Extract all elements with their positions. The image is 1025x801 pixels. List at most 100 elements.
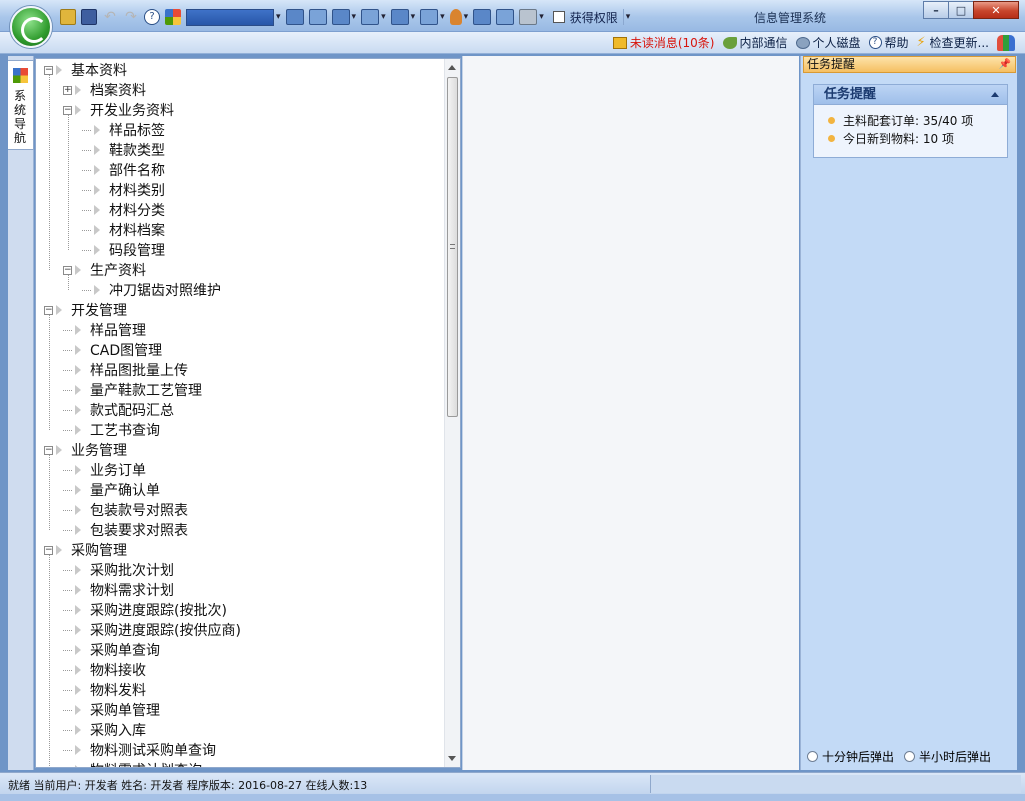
tree-item[interactable]: 鞋款类型 — [82, 140, 165, 160]
collapse-node-icon[interactable]: − — [44, 545, 53, 555]
tree-item[interactable]: − 开发业务资料 — [63, 100, 174, 120]
permission-label[interactable]: 获得权限 — [570, 9, 618, 26]
scroll-down-icon[interactable] — [448, 756, 456, 761]
tree-scrollbar[interactable] — [444, 59, 460, 767]
tools-dropdown-icon[interactable]: ▾ — [440, 12, 445, 22]
tree-item[interactable]: − 开发管理 — [44, 300, 127, 320]
tree-item[interactable]: 采购进度跟踪(按批次) — [63, 600, 227, 620]
tree-item[interactable]: 物料发料 — [63, 680, 146, 700]
check-update-link[interactable]: ⚡ 检查更新... — [917, 34, 989, 51]
window-icon[interactable] — [496, 9, 515, 25]
collapse-node-icon[interactable]: − — [44, 305, 53, 315]
tab-system-navigation[interactable]: 系统导航 — [8, 60, 34, 150]
tree-item[interactable]: 物料接收 — [63, 660, 146, 680]
lock-icon[interactable] — [60, 9, 76, 25]
tree-item[interactable]: 物料需求计划 — [63, 580, 174, 600]
expand-node-icon[interactable]: + — [63, 85, 72, 95]
collapse-icon[interactable] — [991, 92, 999, 97]
tree-item[interactable]: 样品图批量上传 — [63, 360, 188, 380]
radio-10min[interactable]: 十分钟后弹出 — [807, 748, 894, 765]
tree-item[interactable]: 物料需求计划查询 — [63, 760, 202, 767]
permission-checkbox[interactable] — [552, 11, 565, 23]
tree-item[interactable]: 物料测试采购单查询 — [63, 740, 216, 760]
table-icon[interactable] — [285, 9, 304, 25]
redo-icon[interactable]: ↷ — [123, 9, 139, 25]
personal-disk-link[interactable]: 个人磁盘 — [795, 34, 861, 51]
task-reminder-card-header[interactable]: 任务提醒 — [814, 85, 1007, 105]
online-users-icon[interactable] — [997, 34, 1015, 51]
tree-item[interactable]: 材料档案 — [82, 220, 165, 240]
collapse-node-icon[interactable]: − — [63, 265, 72, 275]
tree-item-label: 材料档案 — [109, 223, 165, 239]
help-link[interactable]: ? 帮助 — [868, 34, 909, 51]
user-icon[interactable] — [449, 9, 462, 25]
collapse-node-icon[interactable]: − — [44, 65, 53, 75]
tree-item[interactable]: 包装要求对照表 — [63, 520, 188, 540]
tree-item[interactable]: 业务订单 — [63, 460, 146, 480]
tree-guide-line — [68, 115, 69, 250]
tree-item[interactable]: − 基本资料 — [44, 60, 127, 80]
tree-item[interactable]: 包装款号对照表 — [63, 500, 188, 520]
task-item[interactable]: 主料配套订单: 35/40 项 — [828, 112, 973, 129]
tree-item[interactable]: − 采购管理 — [44, 540, 127, 560]
export-dropdown-icon[interactable]: ▾ — [411, 12, 416, 22]
tree-item[interactable]: 采购批次计划 — [63, 560, 174, 580]
tree-item[interactable]: CAD图管理 — [63, 340, 162, 360]
navigation-tree: − 基本资料 + 档案资料 − 开发业务资料 样品标签 鞋款类型 部件名称 材料类别 材料分类材料档… — [35, 58, 461, 768]
tree-item[interactable]: 冲刀锯齿对照维护 — [82, 280, 221, 300]
tree-item[interactable]: 样品管理 — [63, 320, 146, 340]
list-dropdown-icon[interactable]: ▾ — [352, 12, 357, 22]
tree-item[interactable]: + 档案资料 — [63, 80, 146, 100]
collapse-node-icon[interactable]: − — [63, 105, 72, 115]
minimize-button[interactable]: – — [923, 1, 949, 19]
save-icon[interactable] — [81, 9, 97, 25]
tree-connector — [63, 489, 72, 491]
app-grid-icon[interactable] — [165, 9, 181, 25]
scroll-thumb[interactable] — [447, 77, 458, 417]
user-dropdown-icon[interactable]: ▾ — [464, 12, 469, 22]
tree-item[interactable]: 材料类别 — [82, 180, 165, 200]
task-item[interactable]: 今日新到物料: 10 项 — [828, 130, 954, 147]
tree-item[interactable]: 量产鞋款工艺管理 — [63, 380, 202, 400]
tree-item[interactable]: 采购入库 — [63, 720, 146, 740]
app-menu-button[interactable] — [10, 6, 52, 48]
unread-messages-link[interactable]: 未读消息(10条) — [612, 34, 715, 51]
tree-item[interactable]: − 生产资料 — [63, 260, 146, 280]
node-arrow-icon — [75, 625, 81, 635]
tree-item[interactable]: 样品标签 — [82, 120, 165, 140]
window-title: 信息管理系统 — [754, 11, 827, 25]
tools-icon[interactable] — [420, 9, 439, 25]
collapse-node-icon[interactable]: − — [44, 445, 53, 455]
undo-icon[interactable]: ↶ — [102, 9, 118, 25]
filter-icon[interactable] — [361, 9, 380, 25]
scroll-up-icon[interactable] — [448, 65, 456, 70]
help-icon[interactable]: ? — [144, 9, 160, 25]
customize-toolbar-icon[interactable]: ▾ — [626, 12, 631, 22]
toolbar-combo[interactable] — [186, 8, 274, 26]
tree-item-label: 包装要求对照表 — [90, 523, 188, 539]
export-icon[interactable] — [390, 9, 409, 25]
tree-item[interactable]: 材料分类 — [82, 200, 165, 220]
printer-dropdown-icon[interactable]: ▾ — [539, 12, 544, 22]
calculator-icon[interactable] — [473, 9, 492, 25]
tree-item[interactable]: − 业务管理 — [44, 440, 127, 460]
tree-item[interactable]: 采购进度跟踪(按供应商) — [63, 620, 241, 640]
tree-item[interactable]: 部件名称 — [82, 160, 165, 180]
filter-dropdown-icon[interactable]: ▾ — [381, 12, 386, 22]
tree-item[interactable]: 款式配码汇总 — [63, 400, 174, 420]
radio-30min[interactable]: 半小时后弹出 — [904, 748, 991, 765]
printer-icon[interactable] — [519, 9, 538, 25]
maximize-button[interactable]: □ — [948, 1, 974, 19]
tree-item[interactable]: 量产确认单 — [63, 480, 160, 500]
tree-item[interactable]: 采购单查询 — [63, 640, 160, 660]
list-icon[interactable] — [331, 9, 350, 25]
internal-comm-link[interactable]: 内部通信 — [722, 34, 788, 51]
tree-item[interactable]: 码段管理 — [82, 240, 165, 260]
pin-icon[interactable]: 📌 — [999, 57, 1011, 72]
tree-layout-icon[interactable] — [308, 9, 327, 25]
tree-item[interactable]: 工艺书查询 — [63, 420, 160, 440]
combo-dropdown-icon[interactable]: ▾ — [276, 12, 281, 22]
close-button[interactable]: ✕ — [973, 1, 1019, 19]
tree-guide-line — [49, 555, 50, 767]
tree-item[interactable]: 采购单管理 — [63, 700, 160, 720]
